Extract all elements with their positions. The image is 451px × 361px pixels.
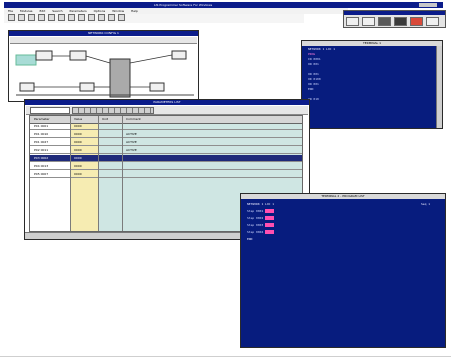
find-button[interactable] xyxy=(77,14,85,21)
terminal-line: OR 0100 xyxy=(308,77,321,81)
terminal-small-content: NETWORK 1 LOC 1 PROG IN 0001 ON 001 ON 0… xyxy=(302,47,436,128)
terminal-large-title-bar: TERMINAL 2 - PROGRAM LIST xyxy=(241,194,445,199)
comment-cell[interactable]: ACTIVE xyxy=(126,131,137,138)
diagram-window: NETWORK CONFIG 1 xyxy=(8,30,199,102)
terminal-large-title: TERMINAL 2 - PROGRAM LIST xyxy=(321,194,365,198)
paste-button[interactable] xyxy=(67,14,75,21)
terminal-line: END xyxy=(247,237,253,241)
param-cell[interactable]: P01 0010 xyxy=(34,131,48,138)
param-cell[interactable]: P01 0027 xyxy=(34,139,48,146)
terminal-line: Step 0001 xyxy=(247,209,275,213)
palette-tool-4[interactable] xyxy=(393,17,407,26)
node-d xyxy=(19,82,35,92)
param-cell[interactable]: P01 0001 xyxy=(34,123,48,130)
upload-button[interactable] xyxy=(87,14,95,21)
spreadsheet-title-bar: PARAMETERS LIST xyxy=(25,100,309,105)
open-button[interactable] xyxy=(17,14,25,21)
node-e xyxy=(79,82,95,92)
terminal-line: Step 0004 xyxy=(247,230,275,234)
node-c xyxy=(109,58,131,98)
bottom-divider xyxy=(0,356,451,357)
terminal-line: IN 0001 xyxy=(308,57,321,61)
palette-tool-3[interactable] xyxy=(377,17,391,26)
network-diagram xyxy=(15,50,194,98)
monitor-button[interactable] xyxy=(107,14,115,21)
value-cell[interactable]: 0000 xyxy=(74,163,82,170)
cut-button[interactable] xyxy=(47,14,55,21)
save-button[interactable] xyxy=(27,14,35,21)
help-button[interactable] xyxy=(117,14,125,21)
terminal-header-right: Seq 1 xyxy=(421,202,431,206)
tool-palette xyxy=(343,10,446,28)
palette-tool-5[interactable] xyxy=(409,17,423,26)
node-b xyxy=(69,50,87,61)
header-value[interactable]: Value xyxy=(74,116,82,123)
toolbar xyxy=(4,14,304,23)
node-g xyxy=(171,50,187,60)
palette-tool-1[interactable] xyxy=(346,17,359,26)
terminal-line: ON 001 xyxy=(308,72,319,76)
terminal-large-content: NETWORK 1 LOC 1 Seq 1 Step 0001 Step 000… xyxy=(241,200,445,347)
value-cell[interactable]: 0000 xyxy=(74,131,82,138)
comment-cell[interactable]: ACTIVE xyxy=(126,147,137,154)
header-comment[interactable]: Comment xyxy=(126,116,141,123)
terminal-small-title: TERMINAL 1 xyxy=(362,41,382,45)
terminal-small-window: TERMINAL 1 NETWORK 1 LOC 1 PROG IN 0001 … xyxy=(301,40,443,129)
terminal-line: Step 0002 xyxy=(247,216,275,220)
spreadsheet-tool-buttons[interactable] xyxy=(72,107,154,114)
new-button[interactable] xyxy=(8,14,15,21)
node-a xyxy=(35,50,53,61)
palette-tool-6[interactable] xyxy=(425,17,439,26)
copy-button[interactable] xyxy=(57,14,65,21)
window-controls[interactable] xyxy=(419,3,437,7)
terminal-line: PROG xyxy=(308,52,316,56)
print-button[interactable] xyxy=(37,14,45,21)
header-parameter[interactable]: Parameter xyxy=(34,116,50,123)
terminal-large-window: TERMINAL 2 - PROGRAM LIST NETWORK 1 LOC … xyxy=(240,193,446,348)
value-cell[interactable]: 0000 xyxy=(74,139,82,146)
download-button[interactable] xyxy=(97,14,105,21)
diagram-window-title: NETWORK CONFIG 1 xyxy=(88,31,119,35)
param-cell[interactable]: P04 0013 xyxy=(34,163,48,170)
header-unit[interactable]: Unit xyxy=(102,116,108,123)
terminal-line: NETWORK 1 LOC 1 xyxy=(308,47,336,51)
terminal-line: END xyxy=(308,87,314,91)
spreadsheet-title: PARAMETERS LIST xyxy=(153,100,181,104)
node-f xyxy=(149,82,165,92)
diagram-window-title-bar: NETWORK CONFIG 1 xyxy=(9,31,198,36)
palette-tool-2[interactable] xyxy=(361,17,375,26)
value-cell[interactable]: 0000 xyxy=(74,155,82,162)
node-highlight xyxy=(15,54,37,66)
value-cell[interactable]: 0000 xyxy=(74,123,82,130)
terminal-small-title-bar: TERMINAL 1 xyxy=(302,41,442,46)
value-cell[interactable]: 0000 xyxy=(74,171,82,178)
value-cell[interactable]: 0000 xyxy=(74,147,82,154)
param-cell[interactable]: P02 0011 xyxy=(34,147,48,154)
param-cell[interactable]: P05 0007 xyxy=(34,171,48,178)
terminal-line: ON 001 xyxy=(308,62,319,66)
terminal-line: Step 0003 xyxy=(247,223,275,227)
cell-input[interactable] xyxy=(30,107,70,114)
comment-cell[interactable]: ACTIVE xyxy=(126,139,137,146)
terminal-small-scrollbar[interactable] xyxy=(436,46,442,128)
terminal-line: ON 001 xyxy=(308,82,319,86)
param-cell[interactable]: P03 0002 xyxy=(34,155,48,162)
terminal-header-left: NETWORK 1 LOC 1 xyxy=(247,202,275,206)
spreadsheet-toolbar xyxy=(26,106,308,115)
